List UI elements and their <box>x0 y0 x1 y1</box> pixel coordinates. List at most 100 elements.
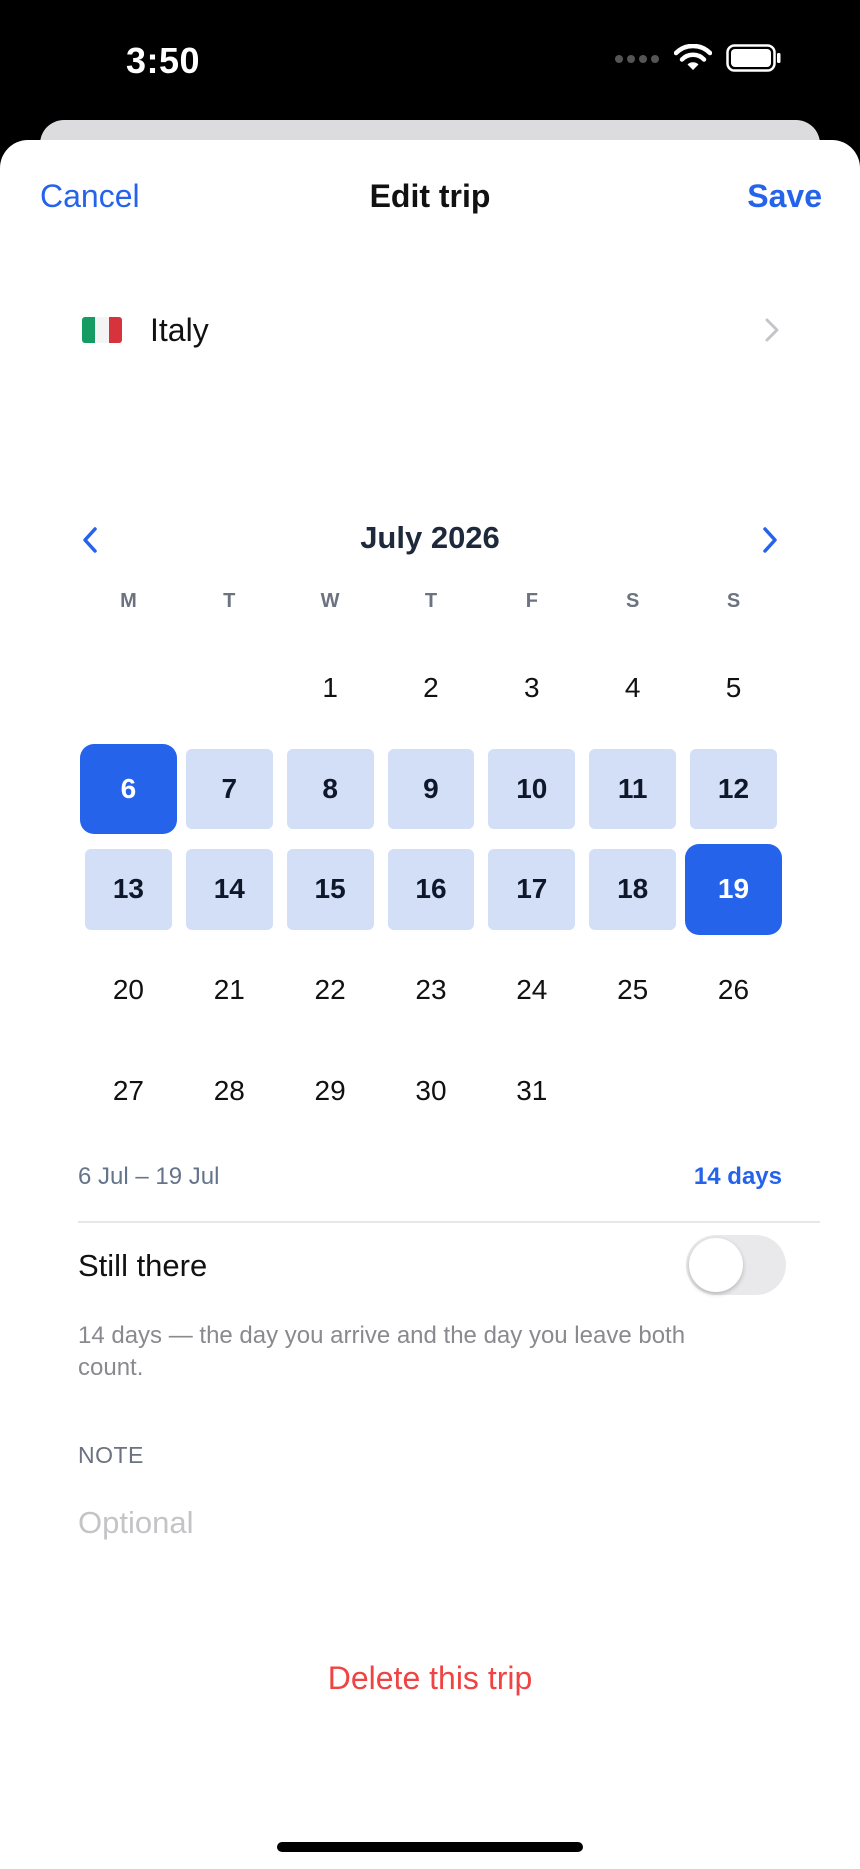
month-title: July 2026 <box>360 520 500 555</box>
days-count: 14 days <box>693 1163 782 1190</box>
day-21[interactable]: 21 <box>179 940 280 1041</box>
day-number: 23 <box>415 974 447 1006</box>
day-number: 28 <box>213 1074 245 1106</box>
weekday-label: T <box>223 590 236 612</box>
day-31[interactable]: 31 <box>481 1040 582 1141</box>
status-icons <box>614 43 782 77</box>
weekday-label: W <box>320 590 340 612</box>
next-month-button[interactable] <box>746 516 794 564</box>
day-number: 30 <box>415 1074 447 1106</box>
day-14[interactable]: 14 <box>179 839 280 940</box>
country-name: Italy <box>150 312 209 348</box>
day-number: 11 <box>617 772 648 804</box>
day-number: 15 <box>314 873 346 905</box>
calendar-days-grid: 1 2 3 4 5 6 7 8 9 10 11 12 13 14 15 16 17 18 19 20 21 22 23 24 2… <box>78 638 784 1141</box>
italy-flag-icon <box>82 317 122 343</box>
weekday-label: S <box>726 590 741 612</box>
day-2[interactable]: 2 <box>381 638 482 739</box>
day-22[interactable]: 22 <box>280 940 381 1041</box>
day-20[interactable]: 20 <box>78 940 179 1041</box>
day-6[interactable]: 6 <box>78 739 179 840</box>
day-number: 10 <box>516 772 548 804</box>
status-time: 3:50 <box>126 40 201 81</box>
day-number: 1 <box>322 672 338 704</box>
day-15[interactable]: 15 <box>280 839 381 940</box>
note-input[interactable] <box>78 1498 782 1548</box>
weekday-label: S <box>625 590 640 612</box>
day-number: 27 <box>112 1074 144 1106</box>
weekday-label: F <box>525 590 538 612</box>
day-number: 22 <box>314 974 346 1006</box>
day-number: 6 <box>120 772 137 804</box>
day-number: 8 <box>322 772 338 804</box>
day-28[interactable]: 28 <box>179 1040 280 1141</box>
day-number: 24 <box>516 974 548 1006</box>
day-7[interactable]: 7 <box>179 739 280 840</box>
empty-day-cell <box>179 638 280 739</box>
day-16[interactable]: 16 <box>381 839 482 940</box>
day-number: 31 <box>516 1074 548 1106</box>
day-17[interactable]: 17 <box>481 839 582 940</box>
day-13[interactable]: 13 <box>78 839 179 940</box>
day-30[interactable]: 30 <box>381 1040 482 1141</box>
country-selector-row[interactable]: Italy <box>40 285 820 375</box>
save-button[interactable]: Save <box>747 178 822 215</box>
status-bar: 3:50 <box>0 0 860 120</box>
day-number: 26 <box>717 974 750 1006</box>
day-12[interactable]: 12 <box>683 739 784 840</box>
day-number: 29 <box>314 1074 346 1106</box>
battery-icon <box>726 44 782 77</box>
day-5[interactable]: 5 <box>683 638 784 739</box>
day-9[interactable]: 9 <box>381 739 482 840</box>
day-3[interactable]: 3 <box>481 638 582 739</box>
day-number: 14 <box>213 873 245 905</box>
still-there-label: Still there <box>78 1248 208 1283</box>
cancel-button[interactable]: Cancel <box>40 178 140 215</box>
empty-day-cell <box>78 638 179 739</box>
day-23[interactable]: 23 <box>381 940 482 1041</box>
day-number: 9 <box>423 772 439 804</box>
day-number: 3 <box>524 672 540 704</box>
wifi-icon <box>673 43 713 77</box>
day-1[interactable]: 1 <box>280 638 381 739</box>
date-range-text: 6 Jul – 19 Jul <box>78 1163 220 1190</box>
calendar-header: July 2026 <box>80 510 780 570</box>
toggle-knob <box>689 1238 743 1292</box>
duration-hint: 14 days — the day you arrive and the day… <box>78 1322 686 1381</box>
note-label: NOTE <box>78 1442 144 1468</box>
day-18[interactable]: 18 <box>582 839 683 940</box>
day-4[interactable]: 4 <box>582 638 683 739</box>
day-29[interactable]: 29 <box>280 1040 381 1141</box>
day-number: 5 <box>725 672 742 704</box>
divider <box>78 1221 820 1223</box>
day-number: 4 <box>624 672 641 704</box>
day-number: 19 <box>717 873 750 905</box>
day-number: 13 <box>112 873 144 905</box>
day-number: 12 <box>717 772 750 804</box>
weekday-header-row: MTWTFSS <box>78 590 784 613</box>
day-number: 21 <box>213 974 245 1006</box>
day-number: 20 <box>112 974 144 1006</box>
day-25[interactable]: 25 <box>582 940 683 1041</box>
day-number: 18 <box>617 873 649 905</box>
day-19[interactable]: 19 <box>683 839 784 940</box>
day-number: 16 <box>415 873 447 905</box>
chevron-right-icon <box>764 317 780 348</box>
delete-trip-button[interactable]: Delete this trip <box>0 1660 860 1697</box>
weekday-label: T <box>424 590 438 612</box>
day-8[interactable]: 8 <box>280 739 381 840</box>
cellular-signal-icon <box>614 52 660 70</box>
day-26[interactable]: 26 <box>683 940 784 1041</box>
home-indicator <box>277 1842 583 1852</box>
day-11[interactable]: 11 <box>582 739 683 840</box>
day-27[interactable]: 27 <box>78 1040 179 1141</box>
day-24[interactable]: 24 <box>481 940 582 1041</box>
chevron-right-icon <box>763 527 777 553</box>
day-number: 2 <box>423 672 439 704</box>
day-number: 7 <box>221 772 238 804</box>
day-number: 25 <box>617 974 649 1006</box>
day-number: 17 <box>516 873 548 905</box>
weekday-label: M <box>120 590 137 612</box>
still-there-toggle[interactable] <box>686 1235 786 1295</box>
day-10[interactable]: 10 <box>481 739 582 840</box>
